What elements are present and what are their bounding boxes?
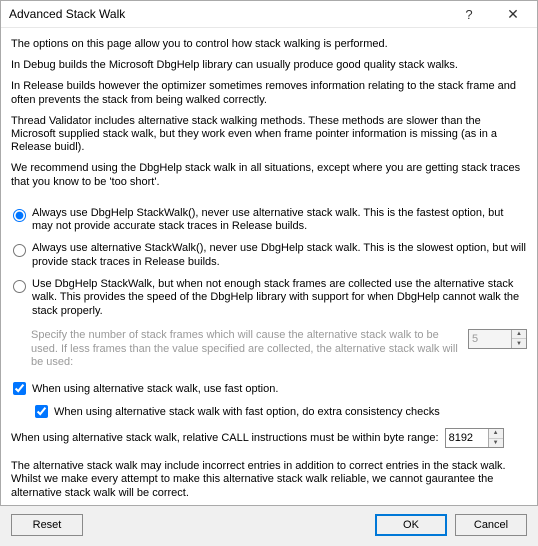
byte-range-spin-buttons[interactable]: ▲ ▼ [488,429,503,447]
spin-up-icon[interactable]: ▲ [489,429,503,439]
radio-label: Use DbgHelp StackWalk, but when not enou… [32,278,527,319]
frames-input [469,330,511,348]
frames-spec-row: Specify the number of stack frames which… [31,329,527,370]
frames-spec-text: Specify the number of stack frames which… [31,329,460,370]
radio-label: Always use alternative StackWalk(), neve… [32,242,527,270]
dialog-window: Advanced Stack Walk ? ✕ The options on t… [0,0,538,506]
ok-button[interactable]: OK [375,514,447,536]
cancel-button[interactable]: Cancel [455,514,527,536]
byte-range-input[interactable] [446,429,488,447]
radio-label: Always use DbgHelp StackWalk(), never us… [32,207,527,235]
radio-alternative-only[interactable] [13,244,26,257]
spin-down-icon[interactable]: ▼ [489,439,503,448]
spin-down-icon: ▼ [512,339,526,348]
stackwalk-radio-group: Always use DbgHelp StackWalk(), never us… [11,201,527,327]
intro-text: Thread Validator includes alternative st… [11,115,527,155]
frames-spin-buttons: ▲ ▼ [511,330,526,348]
spin-up-icon: ▲ [512,330,526,340]
help-button[interactable]: ? [447,1,491,27]
byte-range-spinbox[interactable]: ▲ ▼ [445,428,504,448]
radio-hybrid[interactable] [13,280,26,293]
button-row: Reset OK Cancel [11,506,527,536]
intro-text: We recommend using the DbgHelp stack wal… [11,162,527,188]
radio-dbghelp-only[interactable] [13,209,26,222]
frames-spinbox: ▲ ▼ [468,329,527,349]
intro-text: The options on this page allow you to co… [11,38,527,51]
footer-note: The alternative stack walk may include i… [11,460,527,500]
byte-range-label: When using alternative stack walk, relat… [11,432,439,444]
content-area: The options on this page allow you to co… [1,28,537,546]
titlebar: Advanced Stack Walk ? ✕ [1,1,537,28]
checkbox-extra-consistency[interactable] [35,405,48,418]
close-button[interactable]: ✕ [491,1,535,27]
byte-range-row: When using alternative stack walk, relat… [11,428,527,448]
intro-text: In Debug builds the Microsoft DbgHelp li… [11,59,527,72]
checkbox-fast-option[interactable] [13,382,26,395]
checkbox-label: When using alternative stack walk with f… [54,406,440,418]
checkbox-label: When using alternative stack walk, use f… [32,383,278,395]
window-title: Advanced Stack Walk [9,7,447,21]
intro-text: In Release builds however the optimizer … [11,80,527,106]
reset-button[interactable]: Reset [11,514,83,536]
